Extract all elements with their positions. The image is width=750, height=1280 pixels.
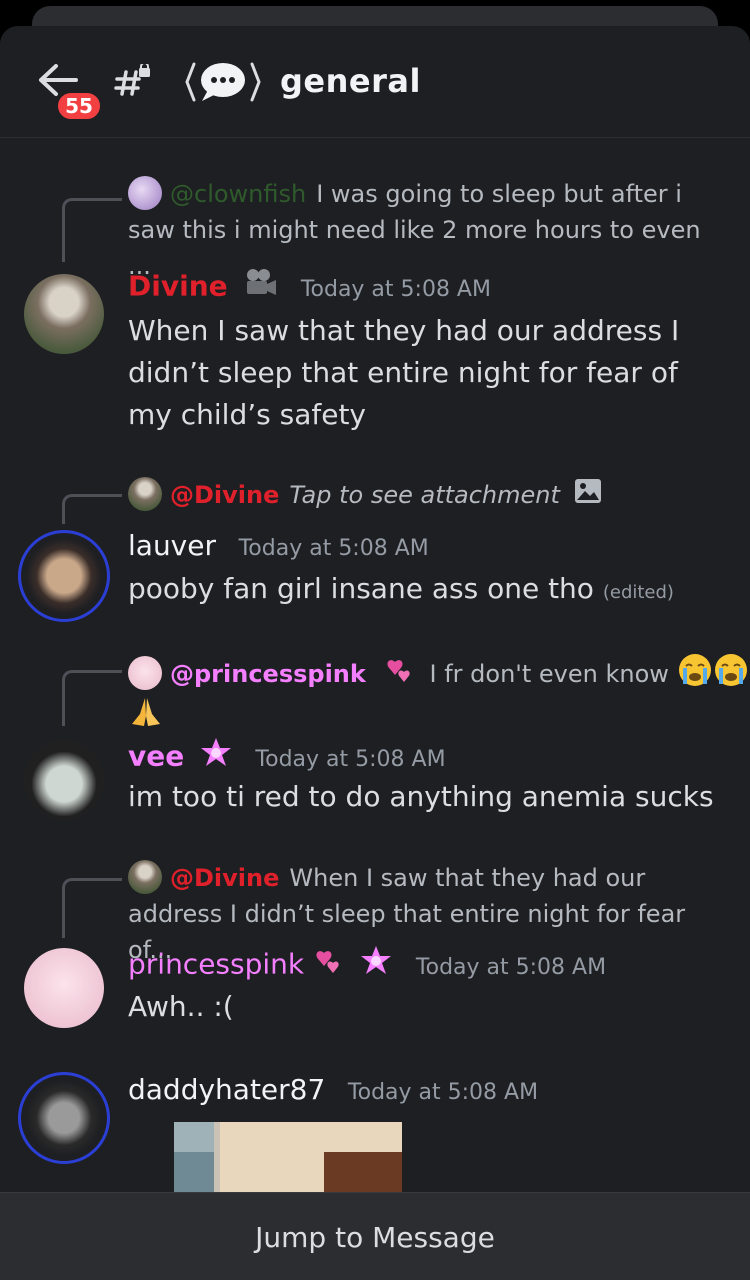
image-icon — [574, 478, 602, 514]
author-name[interactable]: lauver — [128, 529, 216, 562]
reply-author[interactable]: @clownfish — [170, 180, 306, 208]
two-hearts-icon — [384, 655, 418, 695]
reply-avatar — [128, 477, 162, 511]
timestamp: Today at 5:08 AM — [255, 746, 446, 772]
message-body: Awh.. :( — [128, 990, 234, 1023]
message-body: im too ti red to do anything anemia suck… — [128, 780, 714, 813]
message-body: pooby fan girl insane ass one tho (edite… — [128, 568, 728, 614]
reply-connector — [62, 670, 122, 726]
folded-hands-icon — [128, 696, 164, 732]
thread-panel: 55 general @clownfish I was going to slee… — [0, 26, 750, 1280]
video-camera-icon — [244, 268, 278, 308]
reply-connector — [62, 494, 122, 524]
locked-channel-icon — [114, 64, 150, 96]
star-badge-icon — [199, 736, 233, 780]
author-line: vee Today at 5:08 AM — [128, 736, 446, 780]
author-name[interactable]: princesspink — [128, 948, 304, 981]
reply-avatar — [128, 656, 162, 690]
author-name[interactable]: vee — [128, 740, 184, 773]
reply-author[interactable]: @princesspink — [170, 660, 366, 688]
channel-header: 55 general — [0, 26, 750, 138]
crying-face-icon — [677, 652, 713, 698]
timestamp: Today at 5:08 AM — [238, 536, 429, 561]
message-text: pooby fan girl insane ass one tho — [128, 572, 594, 605]
crying-face-icon — [713, 652, 749, 698]
image-attachment[interactable] — [174, 1122, 402, 1192]
author-line: lauver Today at 5:08 AM — [128, 528, 429, 567]
avatar[interactable] — [24, 948, 104, 1028]
author-line: daddyhater87 Today at 5:08 AM — [128, 1072, 538, 1111]
edited-label: (edited) — [602, 582, 674, 603]
author-line: Divine Today at 5:08 AM — [128, 268, 491, 308]
two-hearts-icon — [313, 946, 347, 986]
reply-author[interactable]: @Divine — [170, 481, 279, 509]
timestamp: Today at 5:08 AM — [415, 954, 607, 980]
reply-text: I fr don't even know — [429, 660, 669, 688]
reply-preview[interactable]: @Divine Tap to see attachment — [128, 477, 730, 514]
author-line: princesspink Today at 5:08 AM — [128, 944, 606, 988]
reply-connector — [62, 878, 122, 938]
avatar[interactable] — [18, 1072, 110, 1164]
speech-bubble-icon — [185, 62, 261, 102]
avatar[interactable] — [24, 740, 104, 820]
reply-connector — [62, 198, 122, 262]
author-name[interactable]: Divine — [128, 270, 228, 303]
star-badge-icon — [359, 944, 393, 988]
timestamp: Today at 5:08 AM — [300, 276, 491, 302]
timestamp: Today at 5:08 AM — [347, 1080, 539, 1105]
avatar[interactable] — [18, 530, 110, 622]
reply-text: Tap to see attachment — [289, 481, 560, 509]
jump-to-message-button[interactable]: Jump to Message — [0, 1192, 750, 1280]
unread-badge: 55 — [55, 90, 103, 122]
message-body: When I saw that they had our address I d… — [128, 314, 680, 431]
reply-preview[interactable]: @princesspink I fr don't even know — [128, 652, 747, 698]
author-name[interactable]: daddyhater87 — [128, 1073, 325, 1106]
reply-avatar — [128, 860, 162, 894]
reply-author[interactable]: @Divine — [170, 864, 279, 892]
channel-title: general — [280, 62, 421, 100]
reply-avatar — [128, 176, 162, 210]
avatar[interactable] — [24, 274, 104, 354]
